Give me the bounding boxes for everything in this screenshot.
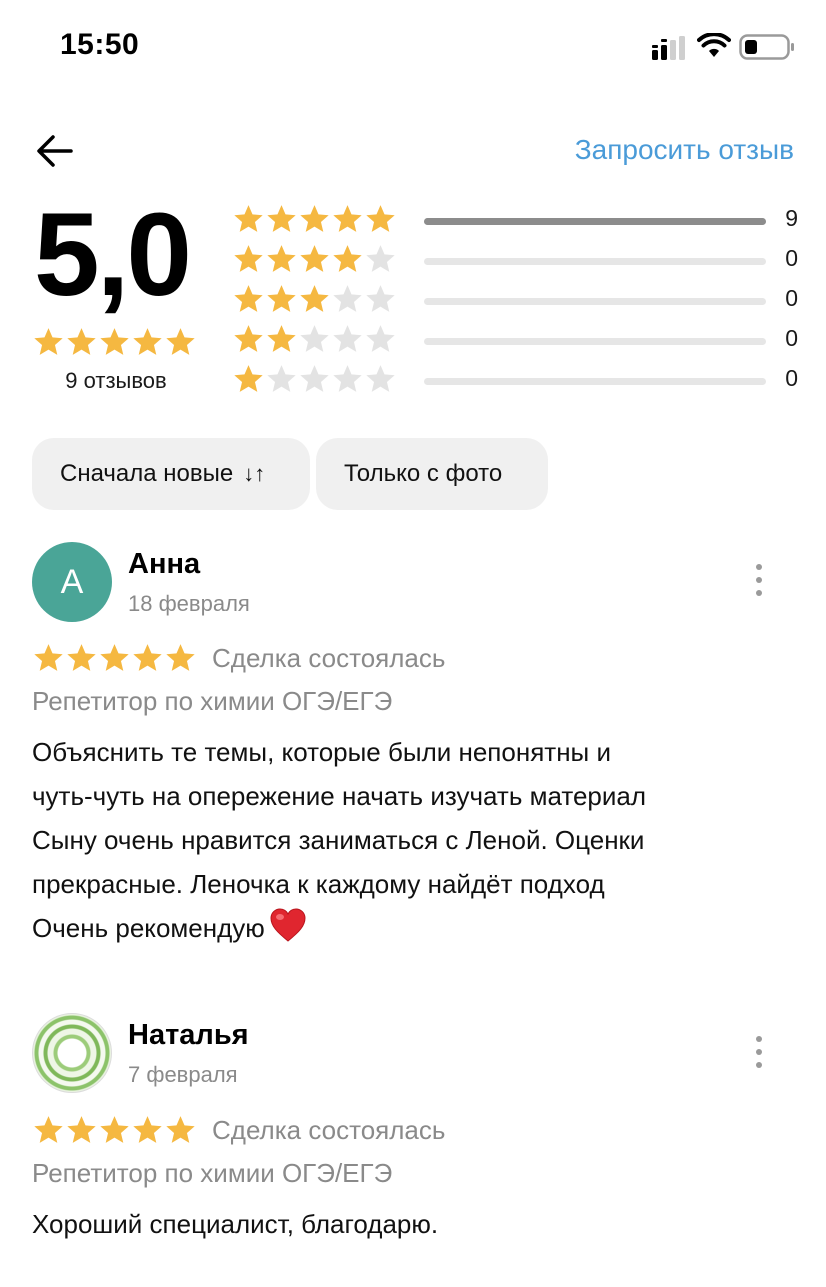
battery-icon (739, 34, 794, 60)
star-filled-icon (366, 205, 395, 232)
star-filled-icon (234, 365, 263, 392)
status-bar: 15:50 (0, 0, 826, 96)
average-rating: 5,0 (34, 189, 192, 321)
star-filled-icon (234, 285, 263, 312)
avatar[interactable]: А (32, 542, 112, 622)
average-rating-stars (32, 326, 197, 359)
arrow-left-icon (37, 135, 73, 167)
star-filled-icon (34, 1116, 63, 1143)
deal-status: Сделка состоялась (212, 643, 446, 673)
star-empty-icon (267, 365, 296, 392)
star-empty-icon (366, 325, 395, 352)
star-filled-icon (267, 325, 296, 352)
star-filled-icon (333, 245, 362, 272)
request-review-link[interactable]: Запросить отзыв (575, 134, 794, 166)
star-filled-icon (34, 328, 63, 355)
service-name: Репетитор по химии ОГЭ/ЕГЭ (32, 686, 393, 716)
heart-icon (270, 908, 306, 942)
star-filled-icon (300, 205, 329, 232)
star-filled-icon (67, 1116, 96, 1143)
star-filled-icon (67, 328, 96, 355)
reviewer-name[interactable]: Наталья (128, 1019, 249, 1052)
distribution-bar (424, 258, 766, 265)
distribution-bar-fill (424, 218, 766, 225)
row-stars (232, 323, 397, 356)
star-filled-icon (166, 644, 195, 671)
review-date: 7 февраля (128, 1062, 238, 1087)
distribution-bar (424, 298, 766, 305)
star-empty-icon (333, 285, 362, 312)
distribution-count: 9 (785, 205, 798, 231)
rating-distribution-row-4[interactable]: 0 (232, 241, 798, 281)
star-empty-icon (333, 365, 362, 392)
back-button[interactable] (30, 126, 80, 176)
photo-chip-label: Только с фото (344, 460, 503, 487)
rating-distribution-row-2[interactable]: 0 (232, 321, 798, 361)
star-filled-icon (300, 285, 329, 312)
star-empty-icon (366, 365, 395, 392)
star-filled-icon (234, 205, 263, 232)
star-filled-icon (166, 328, 195, 355)
star-empty-icon (300, 325, 329, 352)
star-filled-icon (133, 1116, 162, 1143)
distribution-count: 0 (785, 365, 798, 391)
distribution-bar (424, 338, 766, 345)
reviewer-name[interactable]: Анна (128, 548, 200, 581)
star-filled-icon (234, 325, 263, 352)
distribution-count: 0 (785, 245, 798, 271)
more-options-icon[interactable] (744, 1030, 774, 1074)
star-filled-icon (100, 1116, 129, 1143)
review-date: 18 февраля (128, 591, 250, 616)
sort-arrows-icon: ↓↑ (243, 461, 266, 486)
rating-distribution-row-1[interactable]: 0 (232, 361, 798, 401)
star-filled-icon (100, 644, 129, 671)
more-options-icon[interactable] (744, 558, 774, 602)
review-text: Объяснить те темы, которые были непонятн… (32, 730, 802, 950)
review-stars (32, 642, 197, 675)
sort-newest-chip[interactable]: Сначала новые ↓↑ (32, 438, 310, 510)
star-filled-icon (166, 1116, 195, 1143)
star-filled-icon (333, 205, 362, 232)
review-count: 9 отзывов (65, 368, 167, 393)
star-filled-icon (100, 328, 129, 355)
rating-distribution-row-5[interactable]: 9 (232, 201, 798, 241)
service-name: Репетитор по химии ОГЭ/ЕГЭ (32, 1158, 393, 1188)
star-filled-icon (133, 644, 162, 671)
avatar[interactable] (32, 1013, 112, 1093)
star-filled-icon (67, 644, 96, 671)
deal-status: Сделка состоялась (212, 1115, 446, 1145)
star-filled-icon (300, 245, 329, 272)
star-empty-icon (366, 245, 395, 272)
star-empty-icon (300, 365, 329, 392)
review-stars (32, 1114, 197, 1147)
star-filled-icon (267, 285, 296, 312)
row-stars (232, 363, 397, 396)
row-stars (232, 243, 397, 276)
rating-distribution-row-3[interactable]: 0 (232, 281, 798, 321)
photo-only-chip[interactable]: Только с фото (316, 438, 548, 510)
star-filled-icon (133, 328, 162, 355)
star-filled-icon (234, 245, 263, 272)
distribution-count: 0 (785, 325, 798, 351)
row-stars (232, 283, 397, 316)
distribution-bar (424, 378, 766, 385)
sort-chip-label: Сначала новые (60, 460, 234, 487)
star-empty-icon (333, 325, 362, 352)
star-filled-icon (267, 245, 296, 272)
distribution-bar (424, 218, 766, 225)
signal-icon (652, 36, 685, 60)
row-stars (232, 203, 397, 236)
star-empty-icon (366, 285, 395, 312)
wifi-icon (697, 33, 731, 57)
star-filled-icon (267, 205, 296, 232)
status-time: 15:50 (60, 28, 140, 61)
star-filled-icon (34, 644, 63, 671)
review-text-body: Объяснить те темы, которые были непонятн… (32, 737, 647, 943)
review-text: Хороший специалист, благодарю. (32, 1209, 439, 1239)
distribution-count: 0 (785, 285, 798, 311)
